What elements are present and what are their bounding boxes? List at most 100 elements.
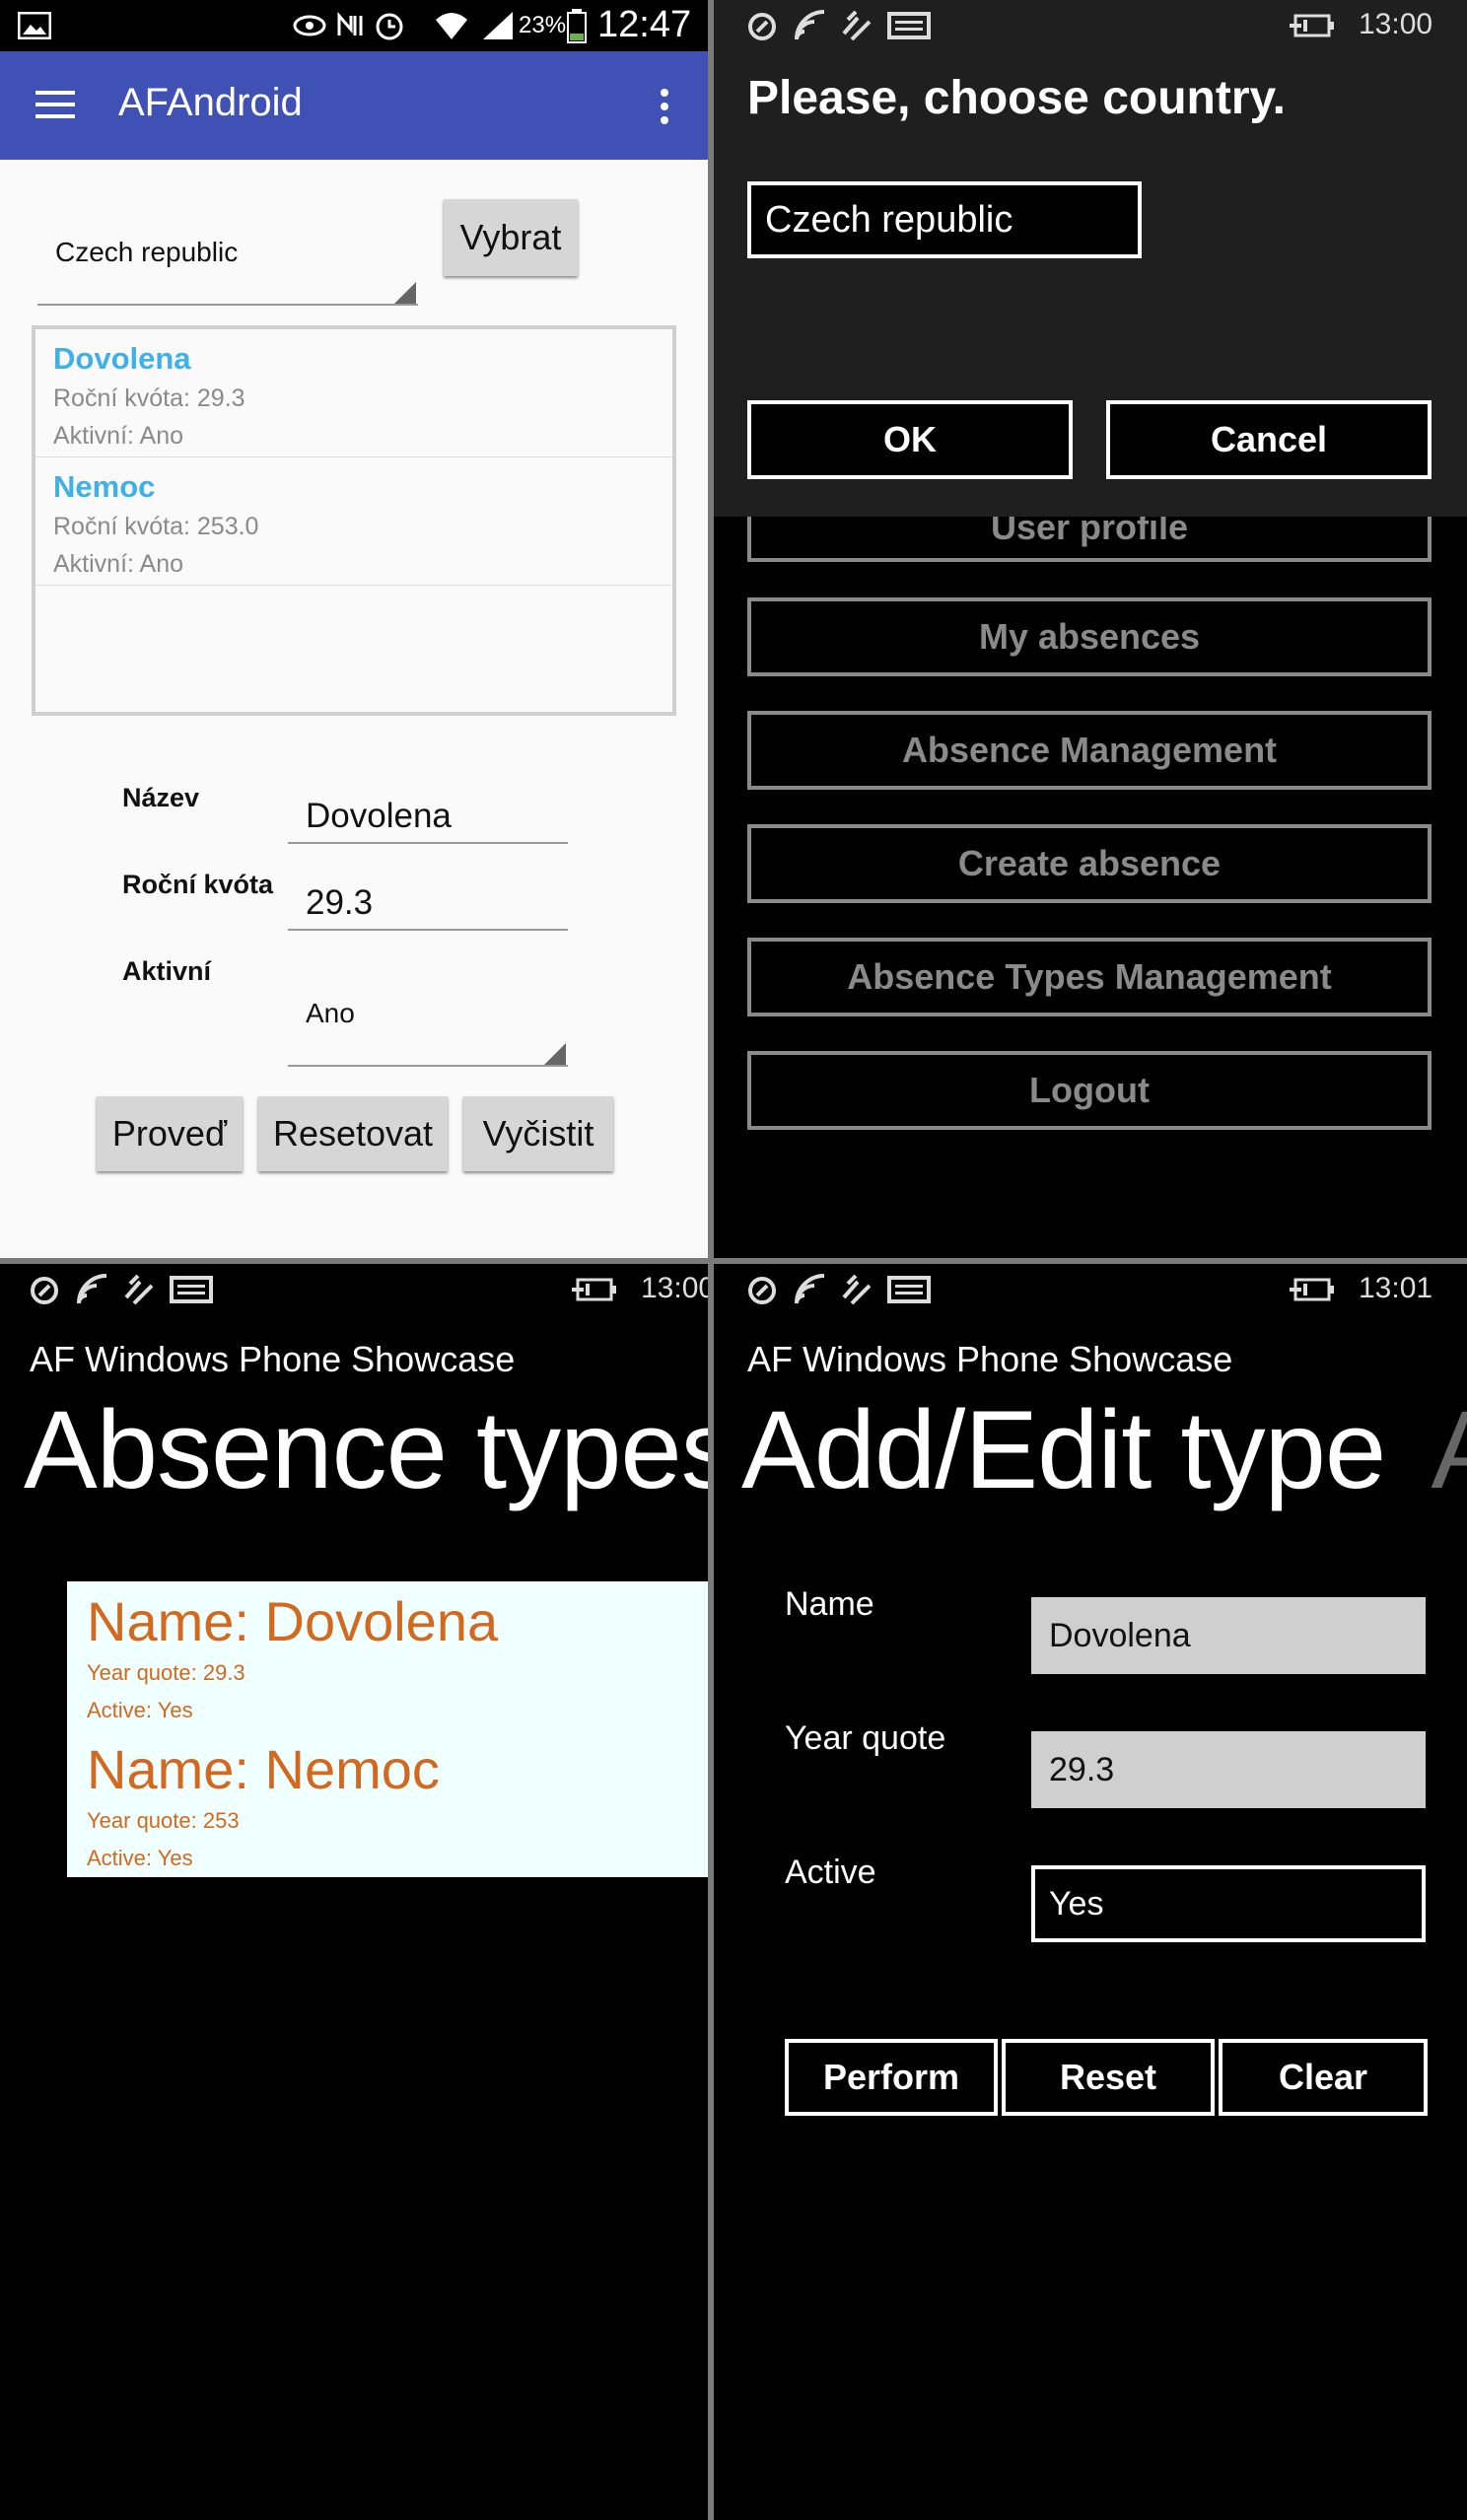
list-item-quota: Roční kvóta: 29.3 xyxy=(53,385,245,412)
android-toolbar: AFAndroid xyxy=(0,51,708,160)
active-picker-value: Yes xyxy=(1049,1884,1104,1923)
active-spinner[interactable]: Ano xyxy=(288,976,568,1067)
message-icon xyxy=(887,1276,931,1303)
list-item-active: Aktivní: Ano xyxy=(53,550,184,578)
active-label: Aktivní xyxy=(122,956,212,986)
android-screen: 23% 12:47 AFAndroid Czech republic Vybra… xyxy=(0,0,708,1258)
android-status-bar: 23% 12:47 xyxy=(0,0,708,51)
overflow-menu-icon[interactable] xyxy=(659,87,670,126)
battery-charging-icon xyxy=(572,1278,616,1301)
wifi-icon xyxy=(77,1274,107,1304)
list-item[interactable]: Nemoc Roční kvóta: 253.0 Aktivní: Ano xyxy=(35,457,672,586)
battery-percent: 23% xyxy=(519,12,567,38)
wp-clock: 13:01 xyxy=(1359,1272,1433,1304)
active-spinner-underline xyxy=(288,1065,568,1067)
item-active: Active: Yes xyxy=(87,1698,193,1722)
wifi-icon xyxy=(795,10,825,40)
data-sense-icon xyxy=(748,13,776,40)
spinner-arrow-icon xyxy=(544,1043,566,1065)
my-absences-button[interactable]: My absences xyxy=(747,597,1432,676)
gallery-notification-icon xyxy=(18,12,51,39)
list-item[interactable]: Name: Nemoc Year quote: 253 Active: Yes xyxy=(67,1729,708,1877)
android-clock: 12:47 xyxy=(597,4,692,45)
perform-button[interactable]: Perform xyxy=(785,2039,998,2116)
clear-button[interactable]: Clear xyxy=(1219,2039,1428,2116)
battery-charging-icon xyxy=(1290,1278,1334,1301)
absence-types-management-button[interactable]: Absence Types Management xyxy=(747,938,1432,1016)
reset-button[interactable]: Resetovat xyxy=(258,1096,448,1171)
next-pivot-title[interactable]: A xyxy=(1431,1388,1467,1511)
active-label: Active xyxy=(785,1854,876,1891)
spinner-arrow-icon xyxy=(394,282,416,304)
list-item-title: Nemoc xyxy=(53,469,156,504)
quote-field[interactable]: 29.3 xyxy=(1031,1731,1426,1808)
bluetooth-icon xyxy=(842,1274,872,1305)
list-item[interactable]: Name: Dovolena Year quote: 29.3 Active: … xyxy=(67,1581,708,1729)
select-country-button[interactable]: Vybrat xyxy=(444,199,578,276)
quota-field[interactable]: 29.3 xyxy=(288,872,568,933)
wp-clock: 13:00 xyxy=(1359,8,1433,40)
alarm-icon xyxy=(376,13,403,40)
list-item-quota: Roční kvóta: 253.0 xyxy=(53,513,259,540)
app-title: AF Windows Phone Showcase xyxy=(30,1339,516,1379)
wifi-icon xyxy=(795,1274,825,1304)
signal-icon xyxy=(483,12,513,39)
item-quote: Year quote: 253 xyxy=(87,1808,240,1833)
item-active: Active: Yes xyxy=(87,1846,193,1870)
active-picker[interactable]: Yes xyxy=(1031,1865,1426,1942)
eye-icon xyxy=(293,15,326,36)
data-sense-icon xyxy=(748,1277,776,1304)
battery-charging-icon xyxy=(1290,14,1334,37)
wifi-icon xyxy=(436,13,467,39)
wp-country-dialog-screen: 13:00 Please, choose country. Czech repu… xyxy=(714,0,1467,1258)
wp-clock: 13:00 xyxy=(641,1272,708,1304)
cancel-button[interactable]: Cancel xyxy=(1106,400,1432,479)
bluetooth-icon xyxy=(124,1274,154,1305)
reset-button[interactable]: Reset xyxy=(1002,2039,1215,2116)
message-icon xyxy=(887,12,931,39)
quota-label: Roční kvóta xyxy=(122,870,274,899)
quote-field-value: 29.3 xyxy=(1049,1750,1115,1788)
list-item[interactable]: Dovolena Roční kvóta: 29.3 Aktivní: Ano xyxy=(35,329,672,457)
logout-button[interactable]: Logout xyxy=(747,1051,1432,1130)
dialog-overlay: 13:00 Please, choose country. Czech repu… xyxy=(714,0,1467,517)
ok-button[interactable]: OK xyxy=(747,400,1073,479)
name-label: Název xyxy=(122,783,200,812)
create-absence-button[interactable]: Create absence xyxy=(747,824,1432,903)
quota-field-underline xyxy=(288,929,568,931)
absence-management-button[interactable]: Absence Management xyxy=(747,711,1432,790)
hamburger-menu-icon[interactable] xyxy=(35,89,75,120)
wp-absence-types-screen: 13:00 AF Windows Phone Showcase Absence … xyxy=(0,1264,708,2520)
wp-add-edit-type-screen: 13:01 AF Windows Phone Showcase Add/Edit… xyxy=(714,1264,1467,2520)
spinner-underline xyxy=(37,304,418,306)
data-sense-icon xyxy=(31,1277,58,1304)
name-field[interactable]: Dovolena xyxy=(288,785,568,846)
dialog-bottom-edge xyxy=(714,479,1467,517)
name-label: Name xyxy=(785,1585,874,1623)
country-spinner[interactable]: Czech republic xyxy=(37,197,418,306)
list-item-active: Aktivní: Ano xyxy=(53,422,184,450)
item-name: Name: Dovolena xyxy=(87,1590,499,1652)
absence-type-list: Dovolena Roční kvóta: 29.3 Aktivní: Ano … xyxy=(32,325,676,716)
app-title: AFAndroid xyxy=(118,81,303,124)
dialog-title: Please, choose country. xyxy=(747,72,1286,124)
quote-label: Year quote xyxy=(785,1719,946,1757)
absence-types-list: Name: Dovolena Year quote: 29.3 Active: … xyxy=(67,1581,708,1877)
name-field-value: Dovolena xyxy=(306,797,452,835)
page-title: Add/Edit type A xyxy=(741,1386,1467,1513)
battery-icon xyxy=(567,9,587,43)
list-item-title: Dovolena xyxy=(53,341,191,376)
name-field[interactable]: Dovolena xyxy=(1031,1597,1426,1674)
country-picker[interactable]: Czech republic xyxy=(747,181,1142,258)
clear-button[interactable]: Vyčistit xyxy=(463,1096,613,1171)
item-name: Name: Nemoc xyxy=(87,1738,440,1800)
page-title-text: Add/Edit type xyxy=(741,1388,1386,1511)
perform-button[interactable]: Proveď xyxy=(97,1096,243,1171)
name-field-value: Dovolena xyxy=(1049,1616,1191,1654)
app-title: AF Windows Phone Showcase xyxy=(747,1339,1233,1379)
bluetooth-icon xyxy=(842,10,872,41)
quota-field-value: 29.3 xyxy=(306,883,374,922)
message-icon xyxy=(170,1276,213,1303)
nfc-muted-icon xyxy=(337,12,363,35)
page-title: Absence types xyxy=(24,1388,708,1511)
